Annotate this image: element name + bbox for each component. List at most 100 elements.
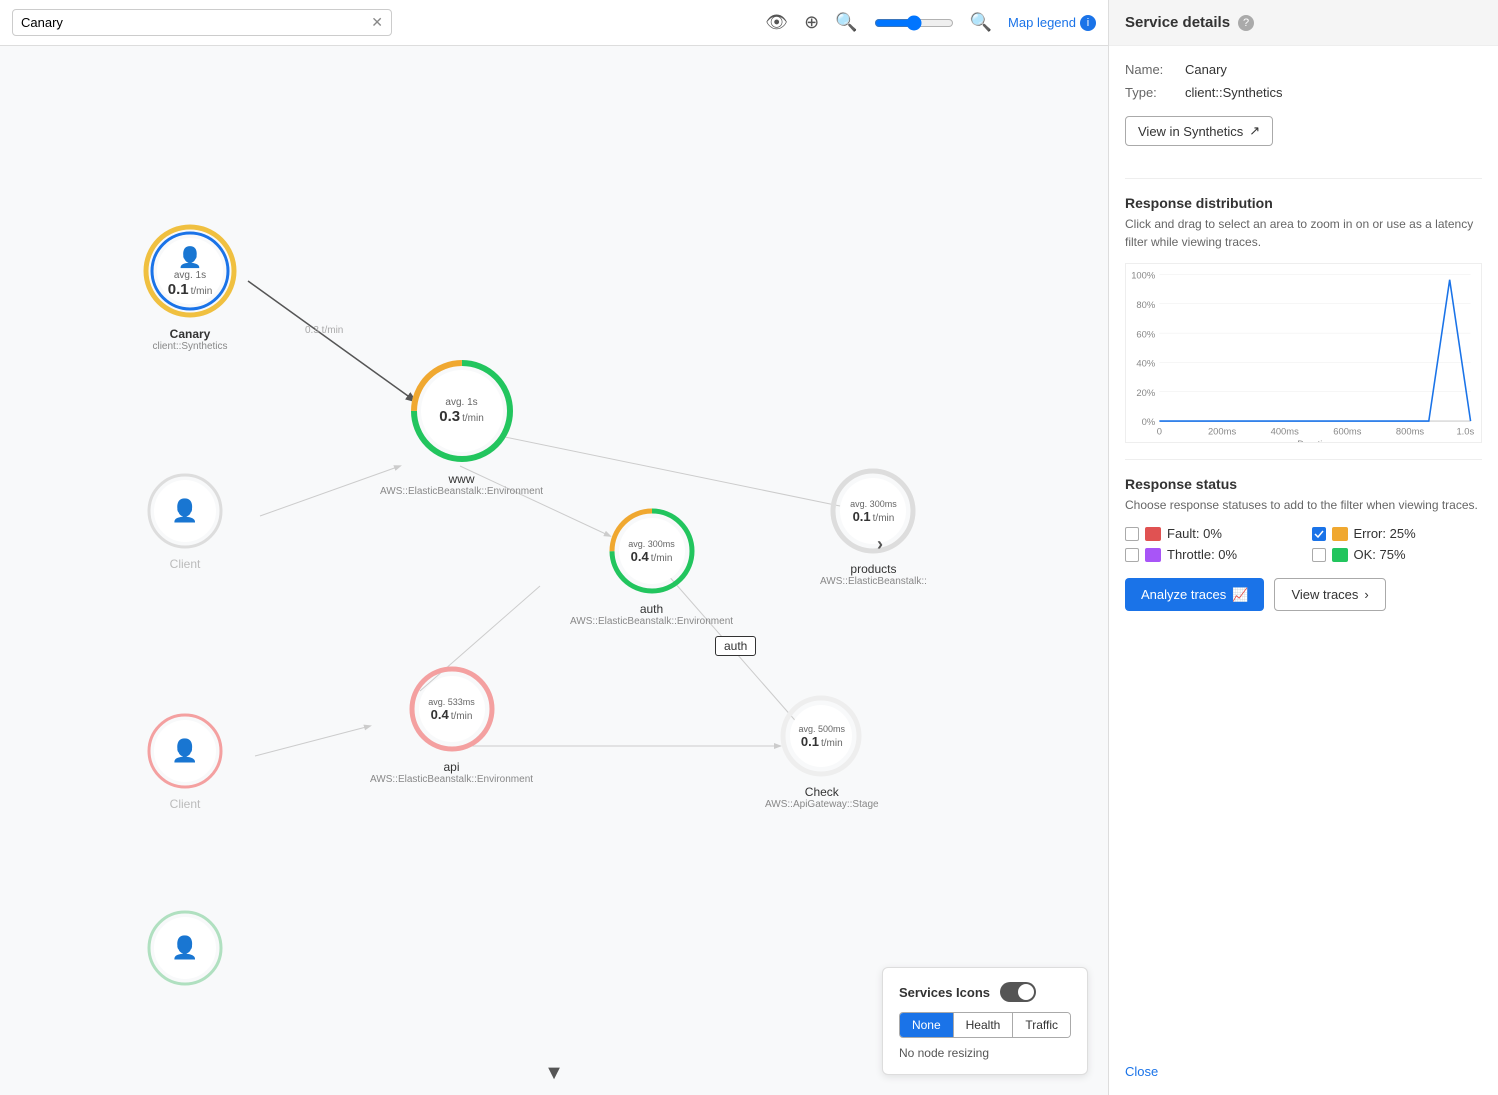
api-label: api [444,760,460,774]
svg-text:40%: 40% [1136,358,1155,369]
response-dist-title: Response distribution [1125,195,1482,211]
svg-text:600ms: 600ms [1333,426,1361,437]
view-synthetics-label: View in Synthetics [1138,124,1243,139]
btn-traffic[interactable]: Traffic [1013,1013,1070,1037]
check-tpm-unit: t/min [821,738,843,749]
www-label: www [449,472,475,486]
svg-text:0.3 t/min: 0.3 t/min [305,325,343,336]
search-input[interactable] [21,15,371,30]
api-sublabel: AWS::ElasticBeanstalk::Environment [370,774,533,785]
fault-checkbox[interactable] [1125,527,1139,541]
type-label: Type: [1125,85,1185,100]
divider2 [1125,459,1482,460]
toolbar-icons: 👁 ⊕ 🔍 🔍 Map legend i [765,12,1096,33]
svg-text:800ms: 800ms [1396,426,1424,437]
node-resize-label: No node resizing [899,1046,1071,1060]
close-link[interactable]: Close [1109,1048,1498,1095]
analyze-traces-button[interactable]: Analyze traces 📈 [1125,578,1264,611]
view-traces-button[interactable]: View traces › [1274,578,1385,611]
ok-color [1332,548,1348,562]
client1-node[interactable]: 👤 Client [145,471,225,571]
auth-label-box: auth [715,636,756,656]
client3-node[interactable]: 👤 [145,908,225,988]
check-node[interactable]: avg. 500ms 0.1 t/min Check AWS::ApiGatew… [765,694,879,810]
toolbar: ✕ 👁 ⊕ 🔍 🔍 Map legend i [0,0,1108,46]
map-canvas: 0.3 t/min 👤 [0,46,1108,1095]
right-panel: Service details ? Name: Canary Type: cli… [1108,0,1498,1095]
target-icon[interactable]: ⊕ [804,12,819,33]
btn-health[interactable]: Health [954,1013,1014,1037]
products-node[interactable]: avg. 300ms 0.1 t/min products AWS::Elast… [820,466,927,587]
client1-label: Client [170,557,201,571]
canary-node[interactable]: 👤 avg. 1s 0.1 t/min Canary client::Synth… [140,221,240,352]
eye-icon[interactable]: 👁 [765,12,788,33]
status-fault: Fault: 0% [1125,526,1296,541]
map-area: ✕ 👁 ⊕ 🔍 🔍 Map legend i [0,0,1108,1095]
external-link-icon: ↗ [1249,123,1260,139]
response-dist-desc: Click and drag to select an area to zoom… [1125,215,1482,251]
legend-box: Services Icons None Health Traffic No no… [882,967,1088,1075]
view-mode-btn-group: None Health Traffic [899,1012,1071,1038]
auth-node[interactable]: avg. 300ms 0.4 t/min auth AWS::ElasticBe… [570,506,733,627]
fault-label: Fault: 0% [1167,526,1222,541]
type-row: Type: client::Synthetics [1125,85,1482,100]
info-icon: i [1080,15,1096,31]
zoom-slider[interactable] [874,15,954,31]
canary-tpm-unit: t/min [191,286,213,297]
client2-node[interactable]: 👤 Client [145,711,225,811]
status-throttle: Throttle: 0% [1125,547,1296,562]
svg-text:400ms: 400ms [1271,426,1299,437]
svg-text:100%: 100% [1131,270,1156,281]
ok-checkbox[interactable] [1312,548,1326,562]
svg-text:200ms: 200ms [1208,426,1236,437]
svg-text:1.0s: 1.0s [1456,426,1474,437]
svg-text:Duration: Duration [1297,438,1333,442]
zoom-in-icon[interactable]: 🔍 [970,12,992,33]
www-tpm-unit: t/min [462,413,484,424]
services-icons-toggle[interactable] [1000,982,1036,1002]
products-avg: avg. 300ms [850,499,897,509]
search-clear-icon[interactable]: ✕ [371,14,383,31]
help-icon[interactable]: ? [1238,15,1254,31]
check-tpm: 0.1 [801,734,819,749]
chevron-right-icon: › [1364,587,1368,602]
search-box[interactable]: ✕ [12,9,392,36]
products-label: products [850,562,896,576]
expand-icon[interactable]: › [877,534,883,555]
www-node[interactable]: avg. 1s 0.3 t/min www AWS::ElasticBeanst… [380,356,543,497]
svg-text:0%: 0% [1142,416,1156,427]
api-node[interactable]: avg. 533ms 0.4 t/min api AWS::ElasticBea… [370,664,533,785]
www-avg: avg. 1s [445,397,477,408]
check-label: Check [805,785,839,799]
canary-sublabel: client::Synthetics [152,341,227,352]
view-traces-label: View traces [1291,587,1358,602]
svg-text:80%: 80% [1136,299,1155,310]
throttle-checkbox[interactable] [1125,548,1139,562]
error-label: Error: 25% [1354,526,1416,541]
response-status-desc: Choose response statuses to add to the f… [1125,496,1482,514]
zoom-out-icon[interactable]: 🔍 [835,12,857,33]
api-tpm-unit: t/min [451,711,473,722]
chart-icon: 📈 [1232,587,1248,603]
error-color [1332,527,1348,541]
response-dist-chart[interactable]: 100% 80% 60% 40% 20% 0% 0 200ms 400ms [1125,263,1482,443]
response-status-title: Response status [1125,476,1482,492]
name-label: Name: [1125,62,1185,77]
view-synthetics-button[interactable]: View in Synthetics ↗ [1125,116,1273,146]
btn-none[interactable]: None [900,1013,954,1037]
api-tpm: 0.4 [431,707,449,722]
scroll-down-icon[interactable]: ▼ [544,1062,564,1085]
panel-header: Service details ? [1109,0,1498,46]
type-value: client::Synthetics [1185,85,1283,100]
www-tpm: 0.3 [439,408,460,425]
auth-tpm-unit: t/min [651,553,673,564]
auth-tpm: 0.4 [631,549,649,564]
check-avg: avg. 500ms [799,724,846,734]
canary-tpm: 0.1 [168,281,189,298]
zoom-range[interactable] [874,15,954,31]
client2-label: Client [170,797,201,811]
throttle-label: Throttle: 0% [1167,547,1237,562]
map-legend-button[interactable]: Map legend i [1008,15,1096,31]
panel-content: Name: Canary Type: client::Synthetics Vi… [1109,46,1498,1048]
error-checkbox[interactable] [1312,527,1326,541]
